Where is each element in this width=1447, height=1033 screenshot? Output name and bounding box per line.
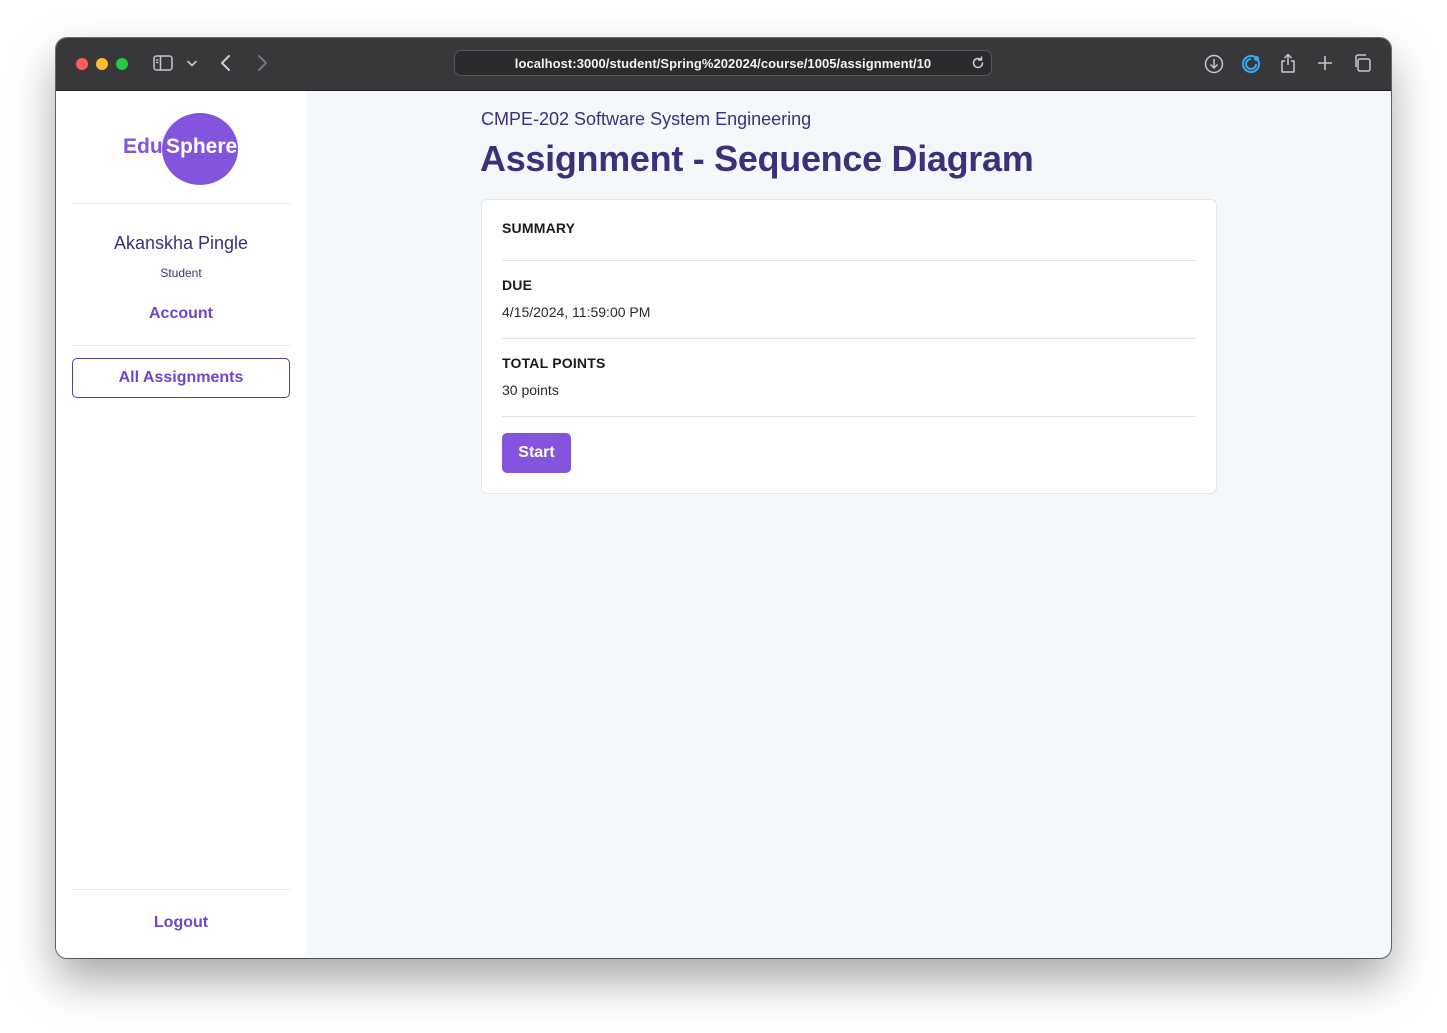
- card-divider: [502, 338, 1196, 339]
- card-divider: [502, 416, 1196, 417]
- back-icon[interactable]: [216, 53, 236, 73]
- assignment-card: SUMMARY DUE 4/15/2024, 11:59:00 PM TOTAL…: [481, 199, 1217, 494]
- sidebar-icon[interactable]: [152, 53, 174, 73]
- page-title: Assignment - Sequence Diagram: [480, 138, 1034, 179]
- browser-window: localhost:3000/student/Spring%202024/cou…: [56, 38, 1391, 958]
- sidebar-divider: [72, 889, 290, 890]
- share-icon[interactable]: [1278, 51, 1298, 75]
- sidebar-divider: [72, 345, 290, 346]
- logo-text-edu: Edu: [123, 135, 163, 158]
- extension-icon[interactable]: [1240, 53, 1262, 75]
- close-window-button[interactable]: [76, 58, 88, 70]
- tabs-icon[interactable]: [1352, 53, 1372, 73]
- download-icon[interactable]: [1203, 53, 1225, 75]
- zoom-window-button[interactable]: [116, 58, 128, 70]
- forward-icon[interactable]: [252, 53, 272, 73]
- total-points-value: 30 points: [502, 382, 559, 398]
- all-assignments-button[interactable]: All Assignments: [72, 358, 290, 398]
- start-button[interactable]: Start: [502, 433, 571, 473]
- address-bar[interactable]: localhost:3000/student/Spring%202024/cou…: [454, 50, 992, 76]
- due-label: DUE: [502, 277, 533, 293]
- browser-toolbar: localhost:3000/student/Spring%202024/cou…: [56, 38, 1391, 91]
- sidebar: Edu Sphere Akanskha Pingle Student Accou…: [56, 91, 306, 958]
- edusphere-logo[interactable]: Edu Sphere: [122, 113, 242, 185]
- account-link[interactable]: Account: [56, 305, 306, 323]
- url-text[interactable]: localhost:3000/student/Spring%202024/cou…: [455, 56, 991, 71]
- total-points-label: TOTAL POINTS: [502, 355, 606, 371]
- minimize-window-button[interactable]: [96, 58, 108, 70]
- logout-link[interactable]: Logout: [56, 914, 306, 932]
- chevron-down-icon[interactable]: [185, 56, 199, 70]
- card-divider: [502, 260, 1196, 261]
- summary-label: SUMMARY: [502, 220, 576, 236]
- reload-icon[interactable]: [970, 55, 986, 71]
- sidebar-divider: [72, 203, 290, 204]
- logo-text-sphere: Sphere: [166, 135, 238, 158]
- plus-icon[interactable]: [1315, 53, 1335, 73]
- course-title: CMPE-202 Software System Engineering: [481, 109, 812, 129]
- user-name: Akanskha Pingle: [113, 233, 249, 253]
- due-value: 4/15/2024, 11:59:00 PM: [502, 304, 651, 320]
- user-role: Student: [160, 266, 202, 280]
